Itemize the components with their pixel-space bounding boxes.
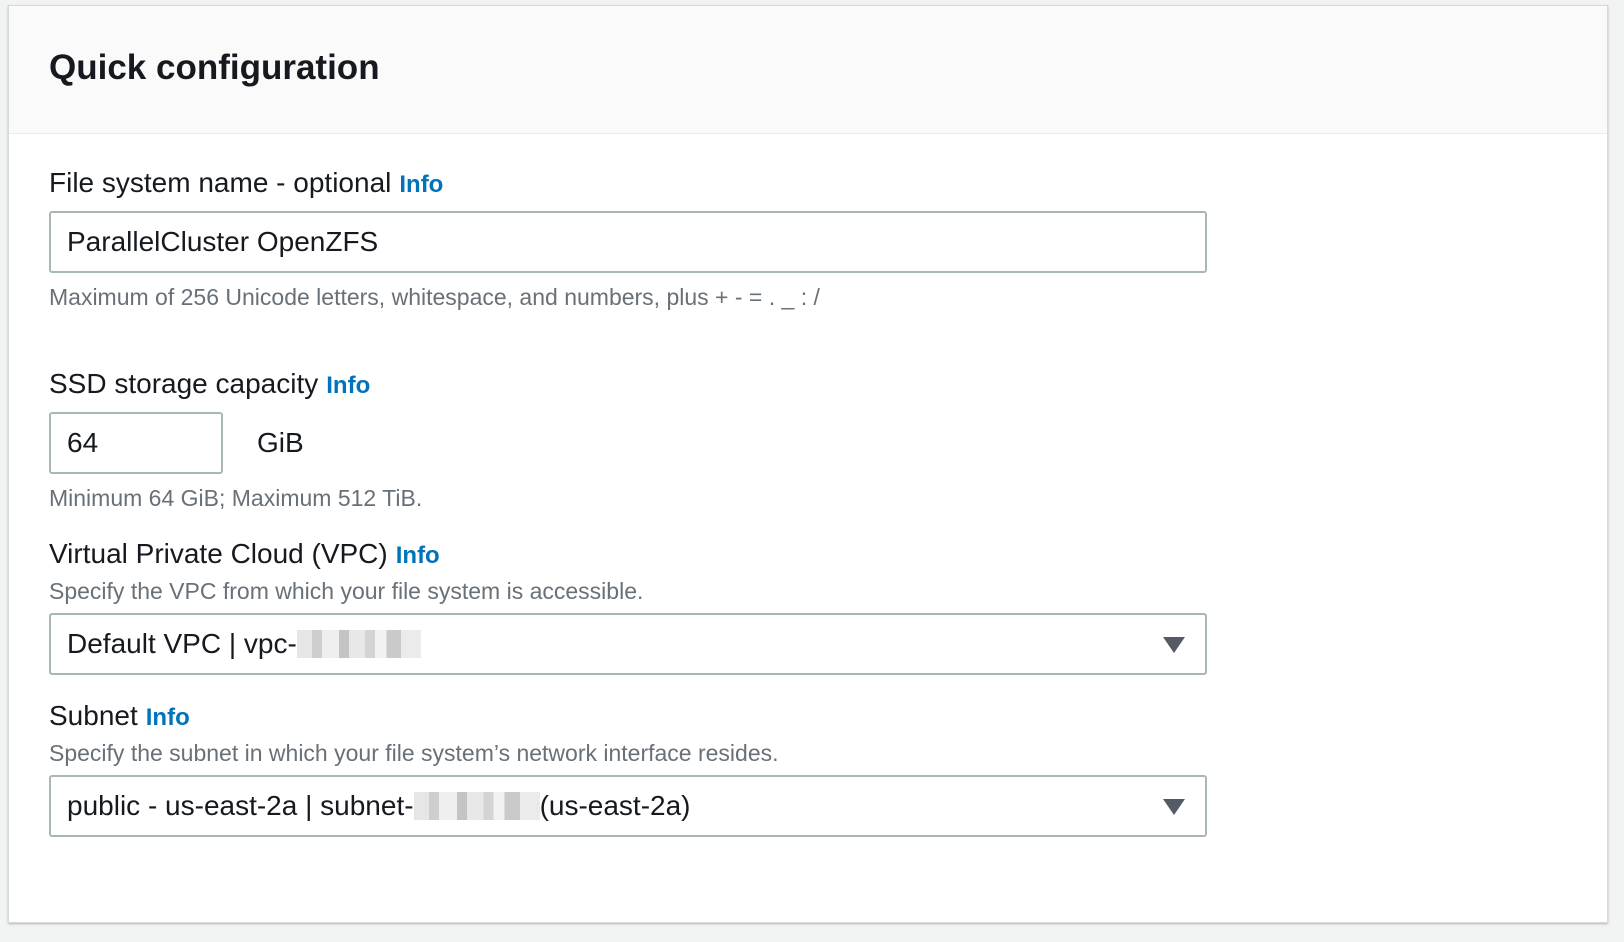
vpc-label: Virtual Private Cloud (VPC) [49, 538, 388, 569]
subnet-label-row: Subnet Info [49, 699, 190, 735]
file-system-name-info-link[interactable]: Info [399, 171, 443, 198]
storage-capacity-hint: Minimum 64 GiB; Maximum 512 TiB. [49, 485, 423, 511]
vpc-info-link[interactable]: Info [396, 542, 440, 569]
subnet-info-link[interactable]: Info [146, 704, 190, 731]
quick-configuration-panel: Quick configuration File system name - o… [8, 5, 1608, 923]
vpc-selected-value: Default VPC | vpc- [67, 627, 421, 661]
storage-capacity-label: SSD storage capacity [49, 368, 319, 399]
file-system-name-hint: Maximum of 256 Unicode letters, whitespa… [49, 284, 820, 310]
subnet-id-redacted [413, 792, 540, 820]
panel-title: Quick configuration [49, 48, 380, 87]
caret-down-icon [1163, 637, 1185, 653]
storage-capacity-info-link[interactable]: Info [326, 372, 370, 399]
vpc-select[interactable]: Default VPC | vpc- [49, 613, 1207, 675]
file-system-name-input[interactable] [49, 211, 1207, 273]
subnet-selected-suffix: (us-east-2a) [539, 790, 691, 821]
vpc-id-redacted [296, 630, 421, 658]
subnet-selected-value: public - us-east-2a | subnet- (us-east-2… [67, 789, 691, 823]
subnet-select[interactable]: public - us-east-2a | subnet- (us-east-2… [49, 775, 1207, 837]
vpc-description: Specify the VPC from which your file sys… [49, 578, 644, 604]
file-system-name-label: File system name - optional [49, 167, 392, 198]
caret-down-icon [1163, 799, 1185, 815]
vpc-label-row: Virtual Private Cloud (VPC) Info [49, 537, 440, 573]
storage-capacity-unit: GiB [257, 427, 304, 458]
subnet-label: Subnet [49, 700, 138, 731]
storage-capacity-input[interactable] [49, 412, 223, 474]
subnet-selected-text: public - us-east-2a | subnet- [67, 790, 414, 821]
vpc-selected-text: Default VPC | vpc- [67, 628, 297, 659]
storage-capacity-label-row: SSD storage capacity Info [49, 367, 370, 403]
subnet-description: Specify the subnet in which your file sy… [49, 740, 779, 766]
file-system-name-label-row: File system name - optional Info [49, 166, 443, 202]
panel-header: Quick configuration [9, 6, 1607, 134]
